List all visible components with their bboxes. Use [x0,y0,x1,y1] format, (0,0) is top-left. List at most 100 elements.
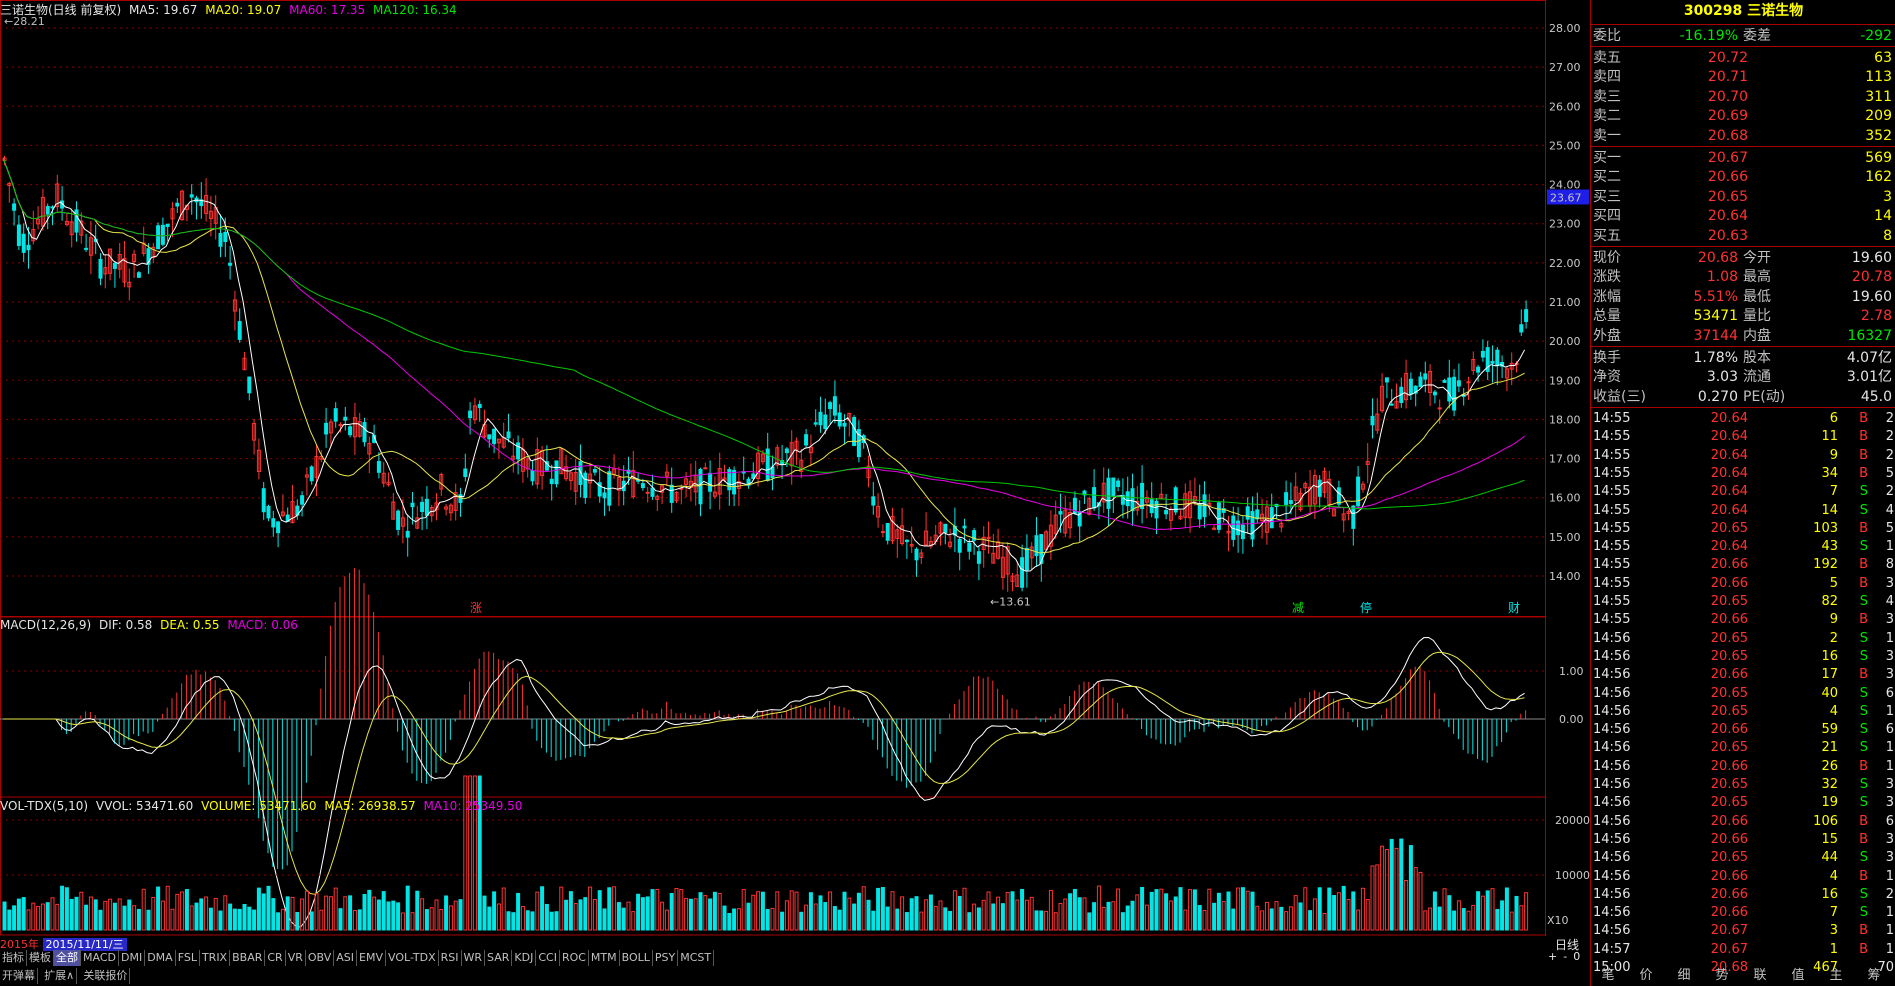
indicator-tab[interactable]: ASI [334,950,358,966]
sell-row[interactable]: 卖三 20.70 311 [1591,88,1895,106]
volume-bar [194,902,199,931]
volume-bar [501,887,506,931]
volume-bar [544,903,549,931]
candle-body [832,396,837,416]
tick-time: 14:56 [1593,685,1631,701]
volume-bar [1212,902,1217,931]
volume-bar [784,900,789,931]
tick-price: 20.66 [1710,612,1748,628]
divider [1591,246,1895,247]
price-tick-label: 21.00 [1549,296,1581,309]
indicator-tab[interactable]: 全部 [54,950,81,966]
expand-button[interactable]: 扩展∧ [42,968,78,984]
indicator-tab[interactable]: VR [286,950,306,966]
sell-label: 卖五 [1593,50,1621,66]
volume-bar [357,909,362,931]
tick-row: 14:55 20.64 34 B 5 [1591,465,1895,483]
macd-tick-label: 1.00 [1559,665,1584,678]
indicator-tab[interactable]: 模板 [27,950,54,966]
tick-volume: 4 [1829,868,1838,884]
sell-row[interactable]: 卖二 20.69 209 [1591,107,1895,125]
zoom-out-button[interactable]: - [1560,950,1570,963]
volume-bar [559,886,564,931]
buy-row[interactable]: 买四 20.64 14 [1591,207,1895,225]
indicator-tab[interactable]: 指标 [0,950,27,966]
volume-bar [1101,906,1106,931]
indicator-tab[interactable]: DMI [119,950,146,966]
indicator-tab[interactable]: BOLL [620,950,653,966]
indicator-tab[interactable]: RSI [439,950,462,966]
quote-panel: 300298 三诺生物 委比 -16.19% 委差 -292 卖五 20.72 63… [1590,0,1895,986]
indicator-tab[interactable]: FSL [176,950,200,966]
indicator-tab[interactable]: WR [462,950,486,966]
indicator-tab[interactable]: MTM [589,950,620,966]
buy-label: 买三 [1593,188,1621,205]
candle-body [1130,488,1135,512]
danmu-toggle-button[interactable]: 开弹幕 [0,968,38,984]
volume-bar [1236,887,1241,931]
sell-row[interactable]: 卖四 20.71 113 [1591,68,1895,86]
tick-row: 14:55 20.65 82 S 4 [1591,593,1895,611]
zoom-reset-button[interactable]: 0 [1570,950,1583,963]
sell-label: 卖一 [1593,127,1621,144]
candle-body [1020,557,1025,588]
indicator-tab[interactable]: TRIX [200,950,231,966]
volume-bar [261,893,266,931]
buy-row[interactable]: 买五 20.63 8 [1591,227,1895,245]
volume-bar [1279,906,1284,931]
candle-body [530,470,535,482]
indicator-tab[interactable]: CCI [536,950,560,966]
indicator-tab[interactable]: OBV [306,950,335,966]
tick-volume: 15 [1821,831,1838,847]
candle-body [74,209,79,233]
volume-bar [1111,901,1116,931]
panel-tab[interactable]: 笔 [1590,966,1626,986]
volume-bar [664,909,669,931]
buy-row[interactable]: 买三 20.65 3 [1591,188,1895,206]
panel-tab[interactable]: 细 [1666,966,1702,986]
candle-body [26,244,31,251]
main-indicator-line: 三诺生物(日线 前复权) MA5: 19.67 MA20: 19.07 MA60… [0,1,461,18]
stat-row: 换手 1.78% 股本 4.07亿 [1591,349,1895,367]
panel-tab[interactable]: 主 [1818,966,1854,986]
candle-body [1442,380,1447,383]
indicator-tab[interactable]: KDJ [512,950,537,966]
candle-body [362,422,367,443]
indicator-tab[interactable]: CR [265,950,286,966]
volume-bar [957,895,962,931]
panel-tab[interactable]: 势 [1704,966,1740,986]
panel-tab[interactable]: 筹 [1856,966,1892,986]
volume-bar [756,891,761,931]
volume-bar [228,903,233,931]
indicator-tab[interactable]: DMA [145,950,176,966]
indicator-tab[interactable]: PSY [653,950,679,966]
indicator-tab[interactable]: ROC [560,950,589,966]
indicator-tab[interactable]: SAR [485,950,513,966]
kline-chart[interactable]: 28.0027.0026.0025.0024.0023.0022.0021.00… [0,0,1590,936]
indicator-tab[interactable]: EMV [357,950,387,966]
sell-row[interactable]: 卖五 20.72 63 [1591,49,1895,67]
tick-count: 2 [1885,447,1894,463]
indicator-tab[interactable]: BBAR [230,950,266,966]
indicator-tab[interactable]: VOL-TDX [386,950,439,966]
tick-count: 2 [1885,484,1894,500]
buy-row[interactable]: 买一 20.67 569 [1591,149,1895,167]
volume-bar [996,896,1001,931]
stat-value: 3.01亿 [1846,369,1892,386]
volume-bar [1221,901,1226,931]
panel-tab[interactable]: 联 [1742,966,1778,986]
indicator-tab[interactable]: MACD [81,950,119,966]
indicator-tab[interactable]: MCST [678,950,715,966]
panel-tab[interactable]: 值 [1780,966,1816,986]
panel-tab[interactable]: 价 [1628,966,1664,986]
buy-row[interactable]: 买二 20.66 162 [1591,168,1895,186]
related-quote-button[interactable]: 关联报价 [81,968,131,984]
stat-row: 净资 3.03 流通 3.01亿 [1591,368,1895,386]
volume-bar [1370,865,1375,931]
chart-area[interactable]: 28.00 27.00 26.00 25.00 24.00 23.00 22.00 21.00… [0,0,1590,940]
zoom-in-button[interactable]: + [1545,950,1560,963]
stat-row: 外盘 37144 内盘 16327 [1591,327,1895,345]
stat-value: 45.0 [1860,388,1892,405]
sell-row[interactable]: 卖一 20.68 352 [1591,127,1895,145]
tick-price: 20.64 [1710,429,1748,445]
